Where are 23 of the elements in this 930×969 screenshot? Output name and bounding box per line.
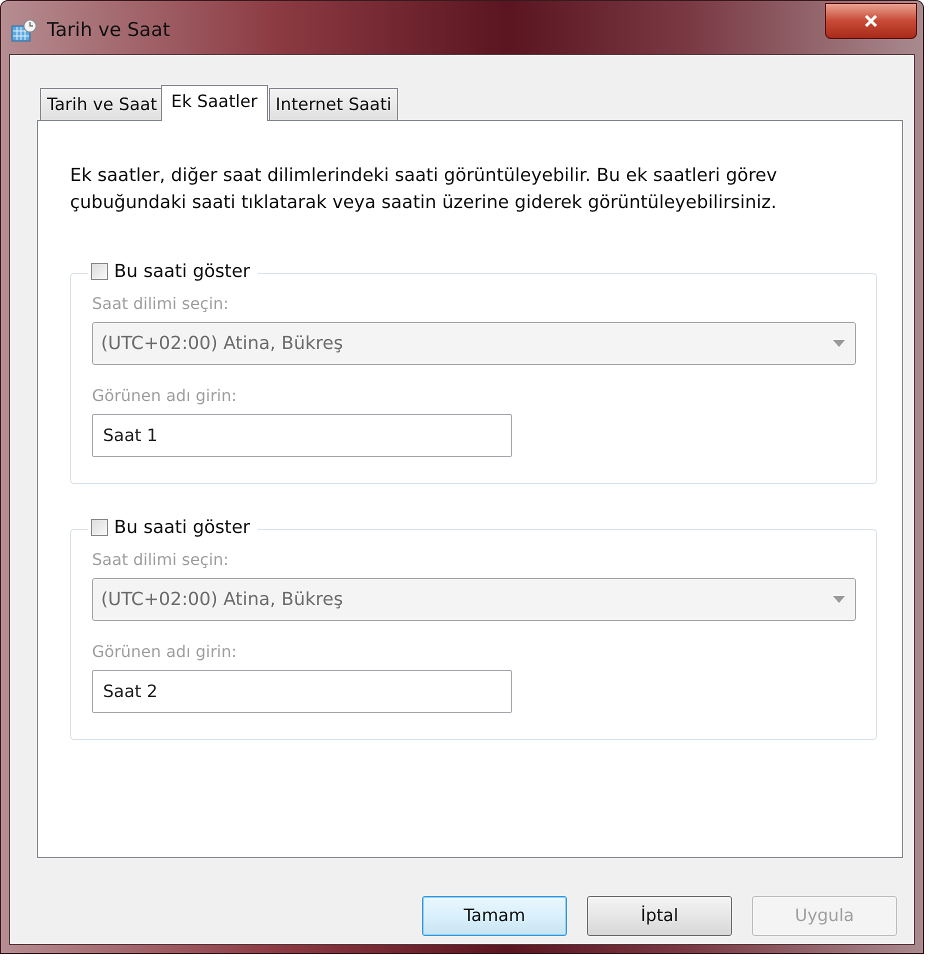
checkbox-label: Bu saati göster — [114, 261, 250, 282]
timezone-dropdown[interactable]: (UTC+02:00) Atina, Bükreş — [92, 322, 856, 365]
field-label: Görünen adı girin: — [92, 642, 238, 661]
description-text: Ek saatler, diğer saat dilimlerindeki saati görüntüleyebilir. Bu ek saatleri görev çubuğundaki saati tıklatarak veya saatin üzerine giderek görüntüleyebilirsiniz. — [70, 164, 778, 215]
name-field[interactable]: Saat 1 — [92, 414, 512, 457]
checkbox[interactable] — [91, 263, 108, 280]
dialog-button[interactable]: İptal — [587, 896, 732, 936]
field-label: Görünen adı girin: — [92, 386, 238, 405]
timezone-dropdown[interactable]: (UTC+02:00) Atina, Bükreş — [92, 578, 856, 621]
dropdown-arrow-icon — [833, 596, 845, 603]
dropdown-arrow-icon — [833, 340, 845, 347]
field-label: Saat dilimi seçin: — [92, 550, 230, 569]
close-button[interactable] — [825, 2, 917, 38]
tab[interactable]: Internet Saati — [268, 88, 398, 120]
checkbox[interactable] — [91, 519, 108, 536]
dialog-button[interactable]: Tamam — [422, 896, 567, 936]
window-title: Tarih ve Saat — [47, 18, 170, 40]
tab[interactable]: Ek Saatler — [161, 85, 268, 121]
name-field[interactable]: Saat 2 — [92, 670, 512, 713]
field-label: Saat dilimi seçin: — [92, 294, 230, 313]
checkbox-label: Bu saati göster — [114, 517, 250, 538]
calendar-clock-icon — [11, 18, 37, 42]
close-icon — [863, 14, 879, 28]
